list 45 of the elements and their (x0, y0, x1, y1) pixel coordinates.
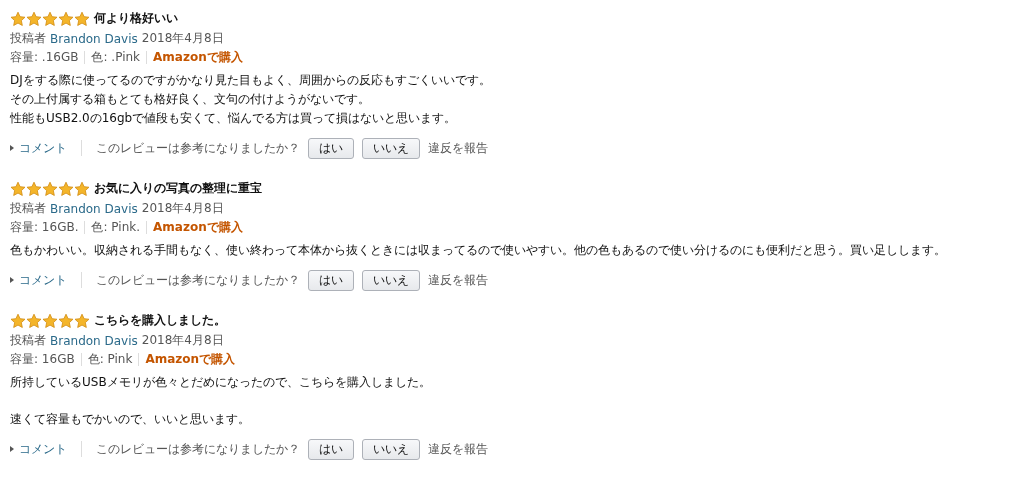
author-label: 投稿者 (10, 332, 46, 349)
helpful-question: このレビューは参考になりましたか？ (96, 440, 300, 458)
review-title: こちらを購入しました。 (94, 312, 226, 329)
product-variant: 容量: 16GB (10, 351, 75, 368)
comment-link[interactable]: コメント (10, 139, 67, 157)
expand-icon (10, 277, 14, 283)
review-text: 速くて容量もでかいので、いいと思います。 (10, 411, 251, 428)
review-title: お気に入りの写真の整理に重宝 (94, 180, 262, 197)
comment-link[interactable]: コメント (10, 271, 67, 289)
author-label: 投稿者 (10, 200, 46, 217)
expand-icon (10, 145, 14, 151)
review-title: 何より格好いい (94, 10, 178, 27)
review-text: 色もかわいい。収納される手間もなく、使い終わって本体から抜くときには収まってるので使いやすい。他の色もあるので使い分けるのにも便利だと思う。買い足しします。 (10, 242, 947, 259)
review-date: 2018年4月8日 (141, 200, 224, 217)
expand-icon (10, 446, 14, 452)
review-text: DJをする際に使ってるのですがかなり見た目もよく、周囲からの反応もすごくいいです。 (10, 72, 492, 89)
helpful-question: このレビューは参考になりましたか？ (96, 139, 300, 157)
yes-button[interactable]: はい (308, 137, 354, 159)
review-text: その上付属する箱もとても格好良く、文句の付けようがないです。 (10, 91, 371, 108)
no-button[interactable]: いいえ (362, 438, 420, 460)
verified-purchase: Amazonで購入 (153, 49, 243, 66)
report-link[interactable]: 違反を報告 (428, 271, 488, 289)
no-button[interactable]: いいえ (362, 269, 420, 291)
author-link[interactable]: Brandon Davis (50, 31, 138, 46)
comment-link[interactable]: コメント (10, 440, 67, 458)
review-text: 所持しているUSBメモリが色々とだめになったので、こちらを購入しました。 (10, 374, 432, 391)
review-text: 性能もUSB2.0の16gbで値段も安くて、悩んでる方は買って損はないと思います。 (10, 110, 458, 127)
report-link[interactable]: 違反を報告 (428, 139, 488, 157)
product-variant: 色: Pink (87, 351, 133, 368)
verified-purchase: Amazonで購入 (145, 351, 236, 368)
product-variant: 色: .Pink (91, 49, 141, 66)
product-variant: 容量: 16GB. (10, 219, 79, 236)
author-link[interactable]: Brandon Davis (50, 333, 138, 348)
product-variant: 容量: .16GB (10, 49, 79, 66)
verified-purchase: Amazonで購入 (153, 219, 243, 236)
helpful-question: このレビューは参考になりましたか？ (96, 271, 300, 289)
report-link[interactable]: 違反を報告 (428, 440, 488, 458)
author-label: 投稿者 (10, 30, 46, 47)
yes-button[interactable]: はい (308, 269, 354, 291)
review-date: 2018年4月8日 (141, 30, 224, 47)
review-date: 2018年4月8日 (141, 332, 224, 349)
product-variant: 色: Pink. (91, 219, 141, 236)
author-link[interactable]: Brandon Davis (50, 201, 138, 216)
no-button[interactable]: いいえ (362, 137, 420, 159)
yes-button[interactable]: はい (308, 438, 354, 460)
